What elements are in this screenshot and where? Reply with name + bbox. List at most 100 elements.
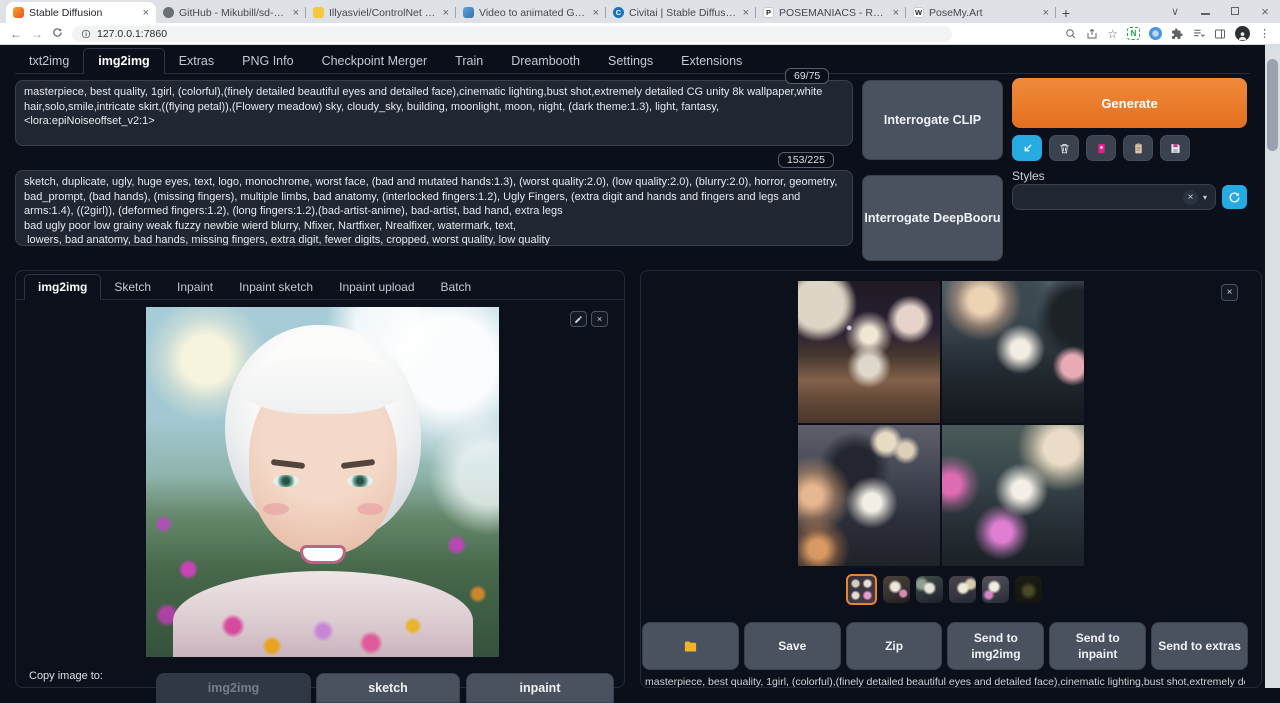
negative-prompt-input[interactable]: sketch, duplicate, ugly, huge eyes, text… (15, 170, 853, 246)
minimize-icon[interactable] (1190, 6, 1220, 18)
apply-style-button[interactable] (1123, 135, 1153, 161)
extension-blue-icon[interactable] (1149, 27, 1162, 40)
tab-png-info[interactable]: PNG Info (228, 49, 307, 73)
browser-tab-posemyart[interactable]: W PoseMy.Art × (906, 2, 1056, 23)
generated-image-4[interactable] (942, 425, 1084, 567)
gallery-thumbnail-6[interactable] (1015, 576, 1042, 603)
browser-tab-posemaniacs[interactable]: P POSEMANIACS - Royalty free 3 × (756, 2, 906, 23)
send-to-inpaint-button[interactable]: Send to inpaint (1049, 622, 1146, 670)
stable-diffusion-favicon (13, 7, 24, 18)
gif-converter-favicon (463, 7, 474, 18)
posemyart-favicon: W (913, 7, 924, 18)
generation-info-text: masterpiece, best quality, 1girl, (color… (645, 676, 1245, 688)
site-info-icon[interactable] (81, 29, 91, 39)
open-folder-button[interactable] (642, 622, 739, 670)
generated-image-grid[interactable] (798, 281, 1084, 566)
styles-clear-icon[interactable]: × (1183, 190, 1198, 205)
reload-icon[interactable] (52, 27, 63, 40)
subtab-inpaint-upload[interactable]: Inpaint upload (326, 275, 427, 299)
interrogate-deepbooru-button[interactable]: Interrogate DeepBooru (862, 175, 1003, 261)
trash-icon (1058, 142, 1071, 155)
back-icon[interactable]: ← (10, 28, 22, 40)
generated-image-1[interactable] (798, 281, 940, 423)
tab-close-icon[interactable]: × (743, 7, 749, 19)
gallery-thumbnail-2[interactable] (883, 576, 910, 603)
gallery-close-icon[interactable]: × (1221, 284, 1238, 301)
extra-networks-button[interactable] (1086, 135, 1116, 161)
save-button[interactable]: Save (744, 622, 841, 670)
bookmark-star-icon[interactable]: ☆ (1107, 27, 1118, 41)
reading-list-icon[interactable] (1192, 27, 1205, 40)
clear-image-button[interactable]: × (591, 311, 608, 327)
browser-tab-gif-converter[interactable]: Video to animated GIF converter × (456, 2, 606, 23)
read-generation-params-button[interactable] (1012, 135, 1042, 161)
new-tab-button[interactable]: + (1056, 3, 1076, 23)
zip-button[interactable]: Zip (846, 622, 943, 670)
zoom-icon[interactable] (1065, 28, 1077, 40)
maximize-icon[interactable] (1220, 6, 1250, 18)
scrollbar-thumb[interactable] (1267, 59, 1278, 151)
styles-input[interactable] (1021, 191, 1183, 203)
url-field[interactable]: 127.0.0.1:7860 (72, 26, 952, 42)
tab-settings[interactable]: Settings (594, 49, 667, 73)
tab-close-icon[interactable]: × (143, 7, 149, 19)
edit-image-button[interactable] (570, 311, 587, 327)
interrogate-clip-button[interactable]: Interrogate CLIP (862, 80, 1003, 160)
tab-train[interactable]: Train (441, 49, 497, 73)
tab-close-icon[interactable]: × (293, 7, 299, 19)
portrait-dress (173, 571, 473, 657)
gallery-thumbnail-4[interactable] (949, 576, 976, 603)
copy-to-sketch-button[interactable]: sketch (316, 673, 460, 703)
clear-prompt-button[interactable] (1049, 135, 1079, 161)
subtab-sketch[interactable]: Sketch (101, 275, 164, 299)
extensions-puzzle-icon[interactable] (1171, 28, 1183, 40)
refresh-styles-button[interactable] (1222, 185, 1247, 209)
tab-close-icon[interactable]: × (893, 7, 899, 19)
address-bar: ← → 127.0.0.1:7860 ☆ N ⋮ (0, 23, 1280, 45)
page-scrollbar[interactable] (1265, 45, 1280, 688)
browser-tab-civitai[interactable]: C Civitai | Stable Diffusion models × (606, 2, 756, 23)
chevron-down-icon[interactable]: ▾ (1203, 193, 1207, 202)
prompt-tool-buttons (1012, 135, 1190, 161)
send-to-img2img-button[interactable]: Send to img2img (947, 622, 1044, 670)
tab-txt2img[interactable]: txt2img (15, 49, 83, 73)
browser-tab-stable-diffusion[interactable]: Stable Diffusion × (6, 2, 156, 23)
tab-dreambooth[interactable]: Dreambooth (497, 49, 594, 73)
positive-prompt-input[interactable]: masterpiece, best quality, 1girl, (color… (15, 80, 853, 146)
subtab-inpaint[interactable]: Inpaint (164, 275, 226, 299)
browser-tab-github[interactable]: GitHub - Mikubill/sd-webui-con × (156, 2, 306, 23)
tab-close-icon[interactable]: × (593, 7, 599, 19)
tab-img2img[interactable]: img2img (83, 48, 164, 74)
tab-close-icon[interactable]: × (1043, 7, 1049, 19)
tab-extras[interactable]: Extras (165, 49, 228, 73)
copy-to-inpaint-button[interactable]: inpaint (466, 673, 614, 703)
extension-n-icon[interactable]: N (1127, 27, 1140, 40)
gallery-thumbnail-1[interactable] (846, 574, 877, 605)
styles-dropdown[interactable]: × ▾ (1012, 184, 1216, 210)
forward-icon[interactable]: → (31, 28, 43, 40)
tab-close-icon[interactable]: × (443, 7, 449, 19)
subtab-img2img[interactable]: img2img (24, 274, 101, 300)
tab-extensions[interactable]: Extensions (667, 49, 756, 73)
menu-dots-icon[interactable]: ⋮ (1259, 27, 1270, 40)
send-to-extras-button[interactable]: Send to extras (1151, 622, 1248, 670)
profile-avatar[interactable] (1235, 26, 1250, 41)
huggingface-favicon (313, 7, 324, 18)
generate-button[interactable]: Generate (1012, 78, 1247, 128)
subtab-inpaint-sketch[interactable]: Inpaint sketch (226, 275, 326, 299)
gallery-thumbnail-5[interactable] (982, 576, 1009, 603)
tab-checkpoint-merger[interactable]: Checkpoint Merger (308, 49, 442, 73)
copy-to-img2img-button[interactable]: img2img (156, 673, 311, 703)
tab-search-chevron-icon[interactable]: ∨ (1160, 5, 1190, 18)
source-image[interactable] (146, 307, 499, 657)
share-icon[interactable] (1086, 28, 1098, 40)
tab-title: Illyasviel/ControlNet at main (329, 7, 438, 19)
close-window-icon[interactable]: × (1250, 4, 1280, 19)
side-panel-icon[interactable] (1214, 28, 1226, 40)
browser-tab-controlnet[interactable]: Illyasviel/ControlNet at main × (306, 2, 456, 23)
save-style-button[interactable] (1160, 135, 1190, 161)
generated-image-3[interactable] (798, 425, 940, 567)
generated-image-2[interactable] (942, 281, 1084, 423)
subtab-batch[interactable]: Batch (428, 275, 485, 299)
gallery-thumbnail-3[interactable] (916, 576, 943, 603)
